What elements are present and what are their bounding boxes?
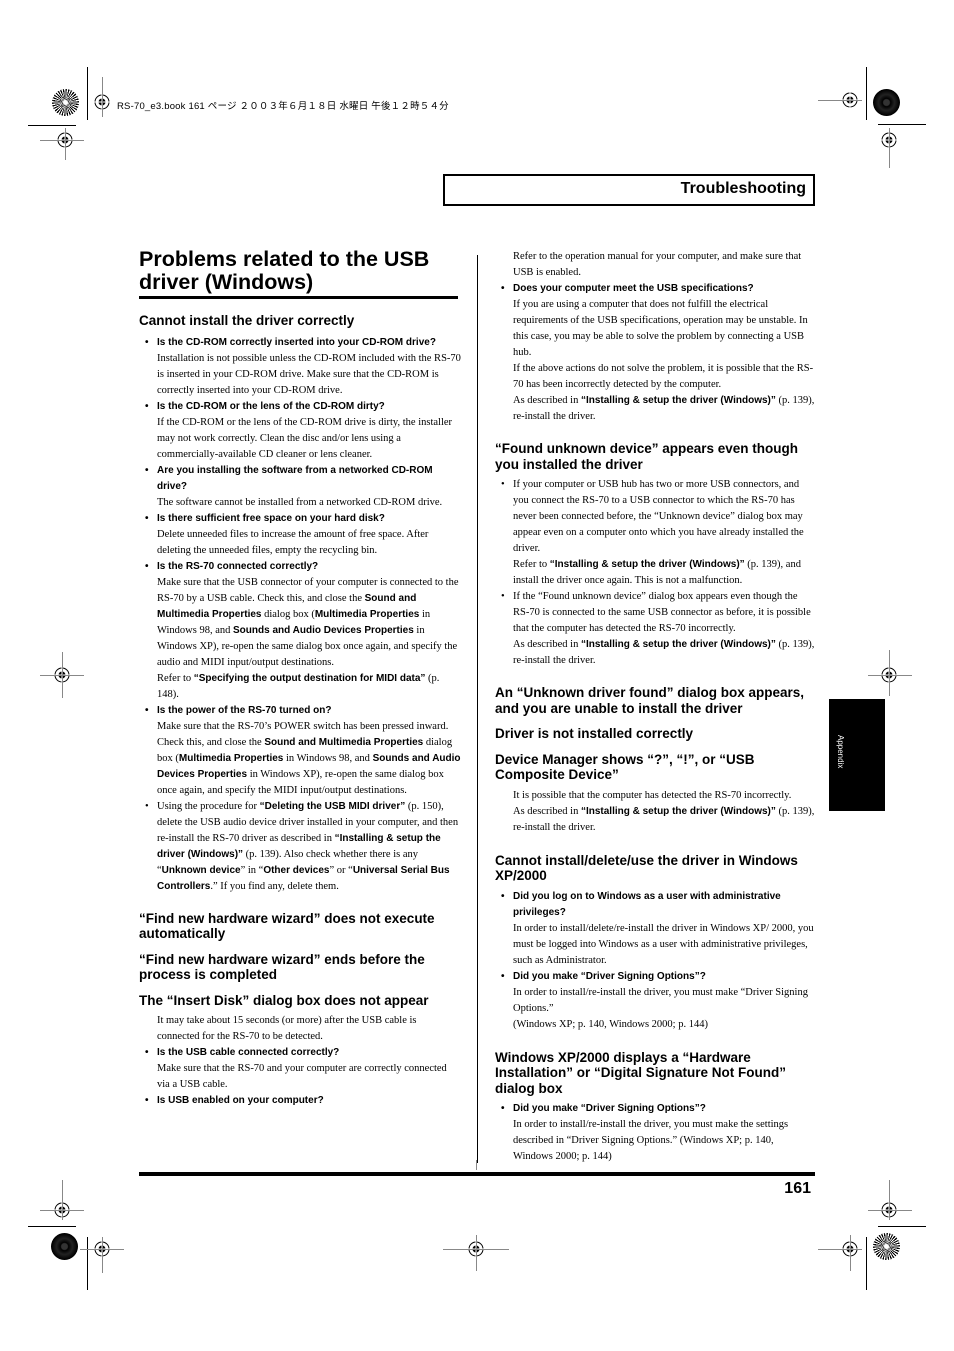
answer-text: Make sure that the RS-70’s POWER switch … (157, 720, 461, 796)
ui-term: Multimedia Properties (314, 608, 420, 620)
color-registration-disc-icon (52, 89, 79, 116)
ui-term: Unknown device (161, 864, 241, 876)
question-item: Is USB enabled on your computer? (139, 1093, 461, 1109)
page-title: Problems related to the USB driver (Wind… (139, 248, 458, 299)
cross-reference-link[interactable]: “Installing & setup the driver (Windows)… (550, 559, 745, 570)
answer-text: Make sure that the RS-70 and your comput… (157, 1063, 447, 1090)
question-item: Did you make “Driver Signing Options”? (495, 969, 815, 985)
answer-text: (Windows XP; p. 140, Windows 2000; p. 14… (513, 1018, 708, 1030)
question-item: Is the CD-ROM correctly inserted into yo… (139, 335, 461, 351)
crop-line (87, 67, 88, 120)
section-heading: “Find new hardware wizard” does not exec… (139, 910, 435, 942)
answer-text: If the CD-ROM or the lens of the CD-ROM … (157, 416, 453, 460)
answer-text: Delete unneeded files to increase the am… (157, 528, 429, 556)
appendix-side-tab: Appendix (829, 699, 885, 811)
reference-text: Refer to “Specifying the output destinat… (157, 672, 440, 700)
color-registration-disc-icon (873, 1233, 900, 1260)
answer-text: The software cannot be installed from a … (157, 496, 443, 508)
section-heading: Driver is not installed correctly (495, 726, 694, 741)
question-item: Are you installing the software from a n… (139, 463, 461, 495)
question-item: Did you log on to Windows as a user with… (495, 889, 815, 921)
intro-text: It may take about 15 seconds (or more) a… (157, 1015, 417, 1042)
cross-reference-link[interactable]: “Deleting the USB MIDI driver” (260, 801, 406, 812)
explanation-item: If the “Found unknown device” dialog box… (495, 589, 815, 637)
answer-text: Make sure that the USB connector of your… (157, 576, 459, 668)
cross-reference-link[interactable]: “Installing & setup the driver (Windows)… (581, 395, 776, 406)
ui-term: Multimedia Properties (178, 752, 284, 764)
reference-text: Refer to “Installing & setup the driver … (513, 559, 801, 586)
ui-term: Other devices (263, 864, 330, 876)
question-item: Is the power of the RS-70 turned on? (139, 703, 461, 719)
question-item: Does your computer meet the USB specific… (495, 281, 815, 297)
column-divider (477, 255, 478, 1163)
color-registration-disc-icon (51, 1233, 78, 1260)
footer-rule (139, 1172, 815, 1176)
answer-text: Installation is not possible unless the … (157, 352, 461, 396)
right-column: Refer to the operation manual for your c… (495, 249, 815, 1165)
answer-text: In order to install/re-install the drive… (513, 1119, 789, 1162)
question-item: Is there sufficient free space on your h… (139, 511, 461, 527)
ui-term: Sound and Multimedia Properties (264, 736, 424, 748)
explanation-item: If your computer or USB hub has two or m… (495, 477, 815, 557)
answer-text: If the above actions do not solve the pr… (513, 363, 814, 390)
answer-text: If you are using a computer that does no… (513, 299, 808, 358)
section-body: Did you make “Driver Signing Options”? I… (495, 1101, 815, 1165)
section-heading: “Found unknown device” appears even thou… (495, 441, 799, 472)
section-heading: Device Manager shows “?”, “!”, or “USB C… (495, 751, 755, 783)
print-slug: RS-70_e3.book 161 ページ ２００３年６月１８日 水曜日 午後１… (117, 101, 449, 112)
crop-line (28, 125, 76, 126)
color-registration-disc-icon (873, 89, 900, 116)
section-heading: Cannot install/delete/use the driver in … (495, 852, 798, 884)
section-body: It may take about 15 seconds (or more) a… (139, 1013, 461, 1109)
cross-reference-link[interactable]: “Installing & setup the driver (Windows)… (581, 639, 776, 650)
section-heading: Windows XP/2000 displays a “Hardware Ins… (495, 1049, 786, 1096)
reference-text: As described in “Installing & setup the … (513, 805, 815, 833)
cross-reference-link[interactable]: “Installing & setup the driver (Windows)… (581, 806, 776, 817)
question-item: Is the CD-ROM or the lens of the CD-ROM … (139, 399, 461, 415)
ui-term: Sounds and Audio Devices Properties (233, 624, 414, 636)
answer-text: In order to install/delete/re-install th… (513, 922, 814, 966)
procedure-item: Using the procedure for “Deleting the US… (139, 799, 461, 895)
section-body: Did you log on to Windows as a user with… (495, 889, 815, 1033)
section-heading: The “Insert Disk” dialog box does not ap… (139, 992, 429, 1008)
left-column: Problems related to the USB driver (Wind… (139, 248, 461, 1109)
section-heading: “Find new hardware wizard” ends before t… (139, 951, 425, 983)
section-header-box: Troubleshooting (443, 174, 815, 206)
section-body: It is possible that the computer has det… (495, 788, 815, 836)
answer-text: Refer to the operation manual for your c… (513, 251, 802, 278)
answer-text: In order to install/re-install the drive… (513, 986, 808, 1014)
question-item: Is the RS-70 connected correctly? (139, 559, 461, 575)
section-body: Is the CD-ROM correctly inserted into yo… (139, 335, 461, 895)
answer-text: It is possible that the computer has det… (513, 789, 792, 801)
question-item: Is the USB cable connected correctly? (139, 1045, 461, 1061)
question-item: Did you make “Driver Signing Options”? (495, 1101, 815, 1117)
section-body: If your computer or USB hub has two or m… (495, 477, 815, 669)
section-header-title: Troubleshooting (680, 180, 806, 197)
section-heading: Cannot install the driver correctly (139, 313, 355, 328)
reference-text: As described in “Installing & setup the … (513, 639, 815, 666)
page-number: 161 (784, 1180, 811, 1197)
cross-reference-link[interactable]: “Specifying the output destination for M… (194, 673, 426, 684)
section-heading: An “Unknown driver found” dialog box app… (495, 685, 805, 716)
reference-text: As described in “Installing & setup the … (513, 395, 815, 422)
side-tab-label: Appendix (836, 735, 845, 769)
